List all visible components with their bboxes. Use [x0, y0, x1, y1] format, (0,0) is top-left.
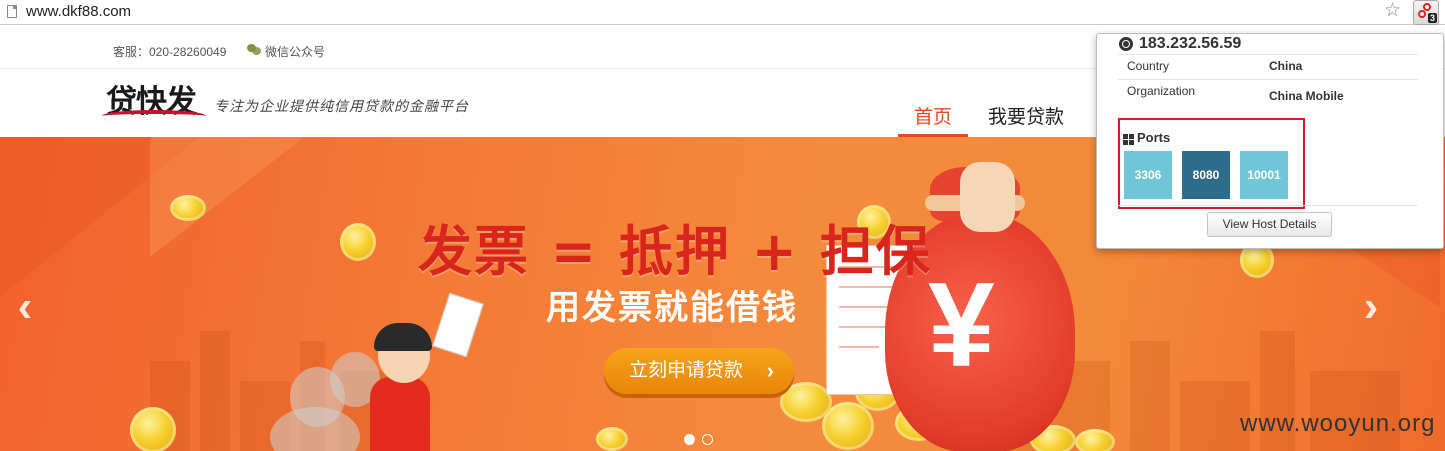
- nav-apply-loan[interactable]: 我要贷款: [981, 102, 1071, 137]
- apply-loan-button[interactable]: 立刻申请贷款 ›: [604, 348, 794, 394]
- ports-title: Ports: [1137, 130, 1171, 145]
- extension-dot: [1418, 10, 1426, 18]
- apply-loan-label: 立刻申请贷款: [629, 360, 744, 381]
- port-badge[interactable]: 8080: [1182, 151, 1230, 199]
- carousel-dot-2[interactable]: [702, 434, 714, 445]
- grid-icon: [1123, 134, 1134, 145]
- row-label: Country: [1127, 59, 1170, 73]
- browser-address-bar[interactable]: www.dkf88.com ☆ 3: [0, 0, 1445, 25]
- port-badge[interactable]: 10001: [1240, 151, 1288, 199]
- url-text[interactable]: www.dkf88.com: [26, 3, 131, 20]
- globe-icon: [1119, 37, 1133, 51]
- hand-holding-bag: [960, 162, 1015, 232]
- customer-service-phone: 客服：020-28260049: [113, 45, 227, 59]
- host-ip: 183.232.56.59: [1139, 35, 1242, 52]
- chevron-right-icon: ›: [766, 358, 774, 383]
- wechat-icon[interactable]: [247, 44, 261, 55]
- site-logo[interactable]: 贷快发: [102, 76, 212, 122]
- site-slogan: 专注为企业提供纯信用贷款的金融平台: [214, 99, 469, 115]
- carousel-prev-button[interactable]: ‹: [10, 285, 40, 329]
- logo-swoosh: [102, 110, 206, 122]
- carousel-dot-1[interactable]: [684, 434, 695, 445]
- coin: [780, 382, 832, 422]
- watermark: www.wooyun.org: [1240, 410, 1436, 437]
- star-icon[interactable]: ☆: [1384, 1, 1401, 21]
- invoice-line: [839, 346, 879, 348]
- page-icon: [7, 5, 17, 18]
- row-value: China Mobile: [1269, 89, 1344, 103]
- coin: [130, 407, 176, 451]
- row-value: China: [1269, 59, 1303, 73]
- coin: [596, 427, 628, 451]
- wechat-link[interactable]: 微信公众号: [265, 43, 325, 60]
- yen-icon: ¥: [928, 258, 995, 392]
- screenshot: www.dkf88.com ☆ 3 客服：020-28260049 微信公众号 …: [0, 0, 1445, 451]
- host-info-popup: 183.232.56.59 Country China Organization…: [1096, 33, 1444, 249]
- coin: [1075, 429, 1115, 451]
- carousel-indicators: [684, 432, 716, 450]
- banner-headline: 发票 = 抵押 + 担保: [418, 220, 932, 283]
- extension-badge: 3: [1427, 13, 1437, 23]
- carousel-next-button[interactable]: ›: [1356, 285, 1386, 329]
- ports-section: Ports 3306 8080 10001: [1118, 118, 1305, 209]
- shodan-extension-icon[interactable]: 3: [1413, 0, 1439, 25]
- invoice-line: [839, 306, 889, 308]
- info-row-country: Country China: [1118, 54, 1418, 80]
- view-host-details-button[interactable]: View Host Details: [1207, 212, 1332, 237]
- popup-divider: [1118, 205, 1418, 206]
- port-badge[interactable]: 3306: [1124, 151, 1172, 199]
- row-label: Organization: [1127, 84, 1196, 98]
- banner-subline: 用发票就能借钱: [546, 289, 798, 327]
- coin: [170, 195, 206, 221]
- coin: [340, 223, 376, 261]
- nav-home[interactable]: 首页: [898, 102, 968, 137]
- info-row-organization: Organization China Mobile: [1118, 79, 1418, 109]
- cartoon-person-body: [370, 377, 430, 451]
